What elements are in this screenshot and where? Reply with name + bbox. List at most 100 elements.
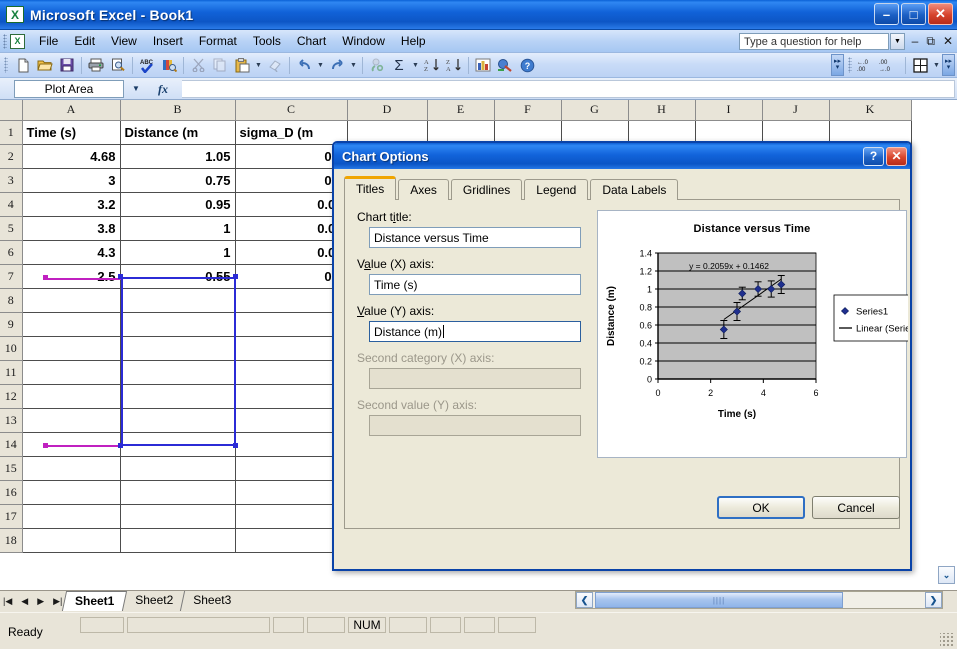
column-header-k[interactable]: K xyxy=(829,100,911,120)
row-header-14[interactable]: 14 xyxy=(0,432,22,456)
cell-B4[interactable]: 0.95 xyxy=(120,192,235,216)
formula-input[interactable] xyxy=(182,80,955,98)
paste-dropdown-icon[interactable]: ▼ xyxy=(253,55,264,76)
column-header-b[interactable]: B xyxy=(120,100,235,120)
previous-sheet-icon[interactable]: ◀ xyxy=(21,596,28,607)
cell-B8[interactable] xyxy=(120,288,235,312)
doc-minimize-button[interactable]: – xyxy=(912,34,919,49)
dialog-help-button[interactable]: ? xyxy=(863,147,884,166)
selection-handle[interactable] xyxy=(43,275,48,280)
row-header-13[interactable]: 13 xyxy=(0,408,22,432)
column-header-c[interactable]: C xyxy=(235,100,347,120)
column-header-i[interactable]: I xyxy=(695,100,762,120)
cell-A16[interactable] xyxy=(22,480,120,504)
menu-view[interactable]: View xyxy=(103,31,145,51)
row-header-11[interactable]: 11 xyxy=(0,360,22,384)
tab-axes[interactable]: Axes xyxy=(398,179,449,200)
tab-legend[interactable]: Legend xyxy=(524,179,588,200)
row-header-4[interactable]: 4 xyxy=(0,192,22,216)
vertical-scroll-down-button[interactable]: ⌄ xyxy=(938,566,955,584)
sheet-tab-sheet1[interactable]: Sheet1 xyxy=(62,591,127,611)
resize-grip-icon[interactable] xyxy=(940,633,954,647)
row-header-5[interactable]: 5 xyxy=(0,216,22,240)
menu-file[interactable]: File xyxy=(31,31,66,51)
toolbar-grip-handle[interactable] xyxy=(4,57,8,73)
menu-chart[interactable]: Chart xyxy=(289,31,334,51)
select-all-corner[interactable] xyxy=(0,100,22,120)
cell-A14[interactable] xyxy=(22,432,120,456)
cell-C10[interactable] xyxy=(235,336,347,360)
cell-B16[interactable] xyxy=(120,480,235,504)
sheet-tab-sheet3[interactable]: Sheet3 xyxy=(180,591,243,611)
cell-C5[interactable]: 0.08 xyxy=(235,216,347,240)
cell-C1[interactable]: sigma_D (m xyxy=(235,120,347,144)
horizontal-scroll-thumb[interactable]: |||| xyxy=(595,592,843,608)
format-painter-icon[interactable] xyxy=(264,55,286,76)
scroll-left-button[interactable]: ❮ xyxy=(576,592,593,608)
cell-C13[interactable] xyxy=(235,408,347,432)
cell-B11[interactable] xyxy=(120,360,235,384)
increase-decimal-icon[interactable]: .00→.0 xyxy=(878,55,902,76)
row-header-1[interactable]: 1 xyxy=(0,120,22,144)
cell-A4[interactable]: 3.2 xyxy=(22,192,120,216)
toolbar-overflow-button[interactable]: ▸▸▾ xyxy=(831,54,844,76)
cell-A6[interactable]: 4.3 xyxy=(22,240,120,264)
cut-scissors-icon[interactable] xyxy=(187,55,209,76)
last-sheet-icon[interactable]: ▶| xyxy=(53,596,62,607)
cell-B17[interactable] xyxy=(120,504,235,528)
column-header-j[interactable]: J xyxy=(762,100,829,120)
paste-icon[interactable] xyxy=(231,55,253,76)
cell-C12[interactable] xyxy=(235,384,347,408)
cell-B18[interactable] xyxy=(120,528,235,552)
cell-C11[interactable] xyxy=(235,360,347,384)
row-header-17[interactable]: 17 xyxy=(0,504,22,528)
cell-A7[interactable]: 2.5 xyxy=(22,264,120,288)
cell-B6[interactable]: 1 xyxy=(120,240,235,264)
dialog-title-bar[interactable]: Chart Options ? ✕ xyxy=(334,143,910,169)
row-header-7[interactable]: 7 xyxy=(0,264,22,288)
ask-a-question-input[interactable]: Type a question for help xyxy=(739,33,889,50)
row-header-9[interactable]: 9 xyxy=(0,312,22,336)
selection-handle[interactable] xyxy=(118,443,123,448)
cell-B14[interactable] xyxy=(120,432,235,456)
autosum-dropdown-icon[interactable]: ▼ xyxy=(410,55,421,76)
redo-icon[interactable] xyxy=(326,55,348,76)
tab-gridlines[interactable]: Gridlines xyxy=(451,179,522,200)
doc-restore-button[interactable]: ⧉ xyxy=(926,34,935,49)
minimize-button[interactable]: – xyxy=(874,3,899,25)
research-icon[interactable] xyxy=(158,55,180,76)
cell-C9[interactable] xyxy=(235,312,347,336)
cell-C14[interactable] xyxy=(235,432,347,456)
ask-a-question-dropdown-icon[interactable]: ▼ xyxy=(890,33,905,50)
ok-button[interactable]: OK xyxy=(717,496,805,519)
cell-C7[interactable]: 0.1 xyxy=(235,264,347,288)
cell-C4[interactable]: 0.07 xyxy=(235,192,347,216)
column-header-h[interactable]: H xyxy=(628,100,695,120)
decrease-decimal-icon[interactable]: ←.0.00 xyxy=(856,55,878,76)
cell-B9[interactable] xyxy=(120,312,235,336)
name-box[interactable]: Plot Area xyxy=(14,80,124,98)
row-header-2[interactable]: 2 xyxy=(0,144,22,168)
cell-C17[interactable] xyxy=(235,504,347,528)
menu-edit[interactable]: Edit xyxy=(66,31,103,51)
print-preview-icon[interactable] xyxy=(107,55,129,76)
row-header-15[interactable]: 15 xyxy=(0,456,22,480)
row-header-10[interactable]: 10 xyxy=(0,336,22,360)
cell-C15[interactable] xyxy=(235,456,347,480)
formatting-toolbar-grip-handle[interactable] xyxy=(848,57,852,73)
scroll-right-button[interactable]: ❯ xyxy=(925,592,942,608)
insert-function-icon[interactable]: fx xyxy=(148,80,182,98)
column-header-g[interactable]: G xyxy=(561,100,628,120)
chart-title-input[interactable]: Distance versus Time xyxy=(369,227,581,248)
value-y-axis-input[interactable]: Distance (m) xyxy=(369,321,581,342)
doc-close-button[interactable]: ✕ xyxy=(943,34,953,49)
chart-wizard-icon[interactable] xyxy=(472,55,494,76)
close-button[interactable]: ✕ xyxy=(928,3,953,25)
cell-C6[interactable]: 0.09 xyxy=(235,240,347,264)
row-header-3[interactable]: 3 xyxy=(0,168,22,192)
cell-C16[interactable] xyxy=(235,480,347,504)
tab-titles[interactable]: Titles xyxy=(344,176,396,200)
first-sheet-icon[interactable]: |◀ xyxy=(3,596,12,607)
row-header-6[interactable]: 6 xyxy=(0,240,22,264)
cell-A10[interactable] xyxy=(22,336,120,360)
